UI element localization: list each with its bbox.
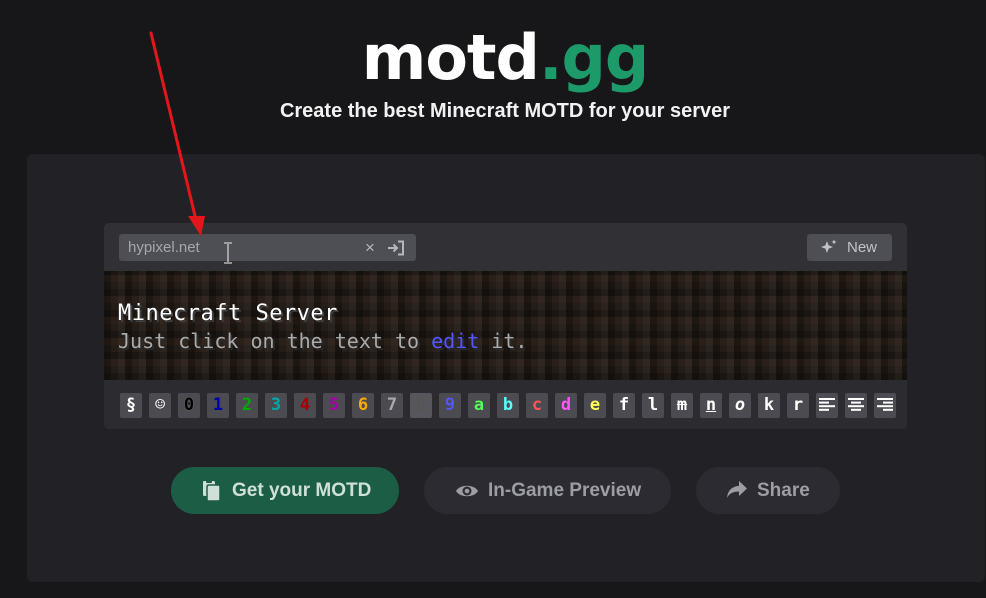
palette-key-color-2[interactable]: 2	[236, 393, 258, 418]
palette-key-emoji[interactable]: ☺	[149, 393, 171, 418]
palette-key-label: l	[647, 395, 659, 415]
palette-key-color-c[interactable]: c	[526, 393, 548, 418]
palette-key-color-7[interactable]: 7	[381, 393, 403, 418]
palette-key-color-9[interactable]: 9	[439, 393, 461, 418]
palette-key-label: 0	[183, 395, 195, 415]
palette-key-color-f[interactable]: f	[613, 393, 635, 418]
get-motd-button[interactable]: Get your MOTD	[171, 467, 399, 514]
ingame-preview-label: In-Game Preview	[488, 480, 642, 501]
palette-key-label: m	[676, 395, 688, 415]
share-label: Share	[757, 480, 810, 501]
palette-key-label: 3	[270, 395, 282, 415]
palette-key-label: f	[618, 395, 630, 415]
motd-line-2[interactable]: Just click on the text to edit it.	[118, 329, 527, 353]
share-icon	[727, 481, 747, 498]
format-palette: § ☺ 0 1 2 3 4 5 6 7 8 9 a b c d e f l m n o k r	[104, 380, 907, 429]
new-button[interactable]: New	[807, 234, 892, 261]
palette-key-label: 6	[357, 395, 369, 415]
logo-tld: .gg	[538, 21, 649, 94]
palette-key-label: e	[589, 395, 601, 415]
palette-key-color-4[interactable]: 4	[294, 393, 316, 418]
motd-editor: × New Minecraft Server Just click on the…	[104, 223, 907, 429]
motd-line-2-text-a: Just click on the text to	[118, 329, 432, 353]
text-cursor-icon	[224, 242, 232, 264]
palette-key-label: 8	[415, 395, 427, 415]
palette-key-label: b	[502, 395, 514, 415]
tagline: Create the best Minecraft MOTD for your …	[279, 100, 731, 122]
palette-key-color-b[interactable]: b	[497, 393, 519, 418]
palette-key-label: 9	[444, 395, 456, 415]
palette-key-label: 5	[328, 395, 340, 415]
sparkle-icon	[821, 239, 837, 253]
palette-key-color-d[interactable]: d	[555, 393, 577, 418]
palette-key-label: 4	[299, 395, 311, 415]
palette-key-label: ☺	[154, 395, 166, 415]
palette-key-format-bold[interactable]: l	[642, 393, 664, 418]
align-left-icon	[819, 398, 835, 411]
palette-key-color-5[interactable]: 5	[323, 393, 345, 418]
ingame-preview-button[interactable]: In-Game Preview	[424, 467, 671, 514]
palette-key-color-6[interactable]: 6	[352, 393, 374, 418]
palette-key-align-right[interactable]	[874, 393, 896, 418]
palette-key-label: c	[531, 395, 543, 415]
motd-preview[interactable]: Minecraft Server Just click on the text …	[104, 271, 907, 380]
get-motd-label: Get your MOTD	[232, 480, 372, 501]
palette-key-format-reset[interactable]: r	[787, 393, 809, 418]
align-center-icon	[848, 398, 864, 411]
palette-key-label: n	[705, 395, 717, 415]
server-address-field[interactable]: ×	[119, 234, 416, 264]
palette-key-label: 1	[212, 395, 224, 415]
palette-key-color-3[interactable]: 3	[265, 393, 287, 418]
palette-key-format-italic[interactable]: o	[729, 393, 751, 418]
server-address-input[interactable]	[119, 234, 359, 261]
palette-key-label: k	[763, 395, 775, 415]
palette-key-label: 2	[241, 395, 253, 415]
palette-key-format-strikethrough[interactable]: m	[671, 393, 693, 418]
palette-key-color-1[interactable]: 1	[207, 393, 229, 418]
palette-key-align-center[interactable]	[845, 393, 867, 418]
logo-main: motd	[361, 21, 540, 94]
motd-line-1[interactable]: Minecraft Server	[118, 301, 338, 326]
palette-key-label: a	[473, 395, 485, 415]
palette-key-format-obfuscated[interactable]: k	[758, 393, 780, 418]
palette-key-color-a[interactable]: a	[468, 393, 490, 418]
palette-key-label: d	[560, 395, 572, 415]
palette-key-color-e[interactable]: e	[584, 393, 606, 418]
motd-line-2-edit: edit	[431, 329, 480, 353]
palette-key-align-left[interactable]	[816, 393, 838, 418]
eye-icon	[456, 485, 478, 497]
palette-key-label: 7	[386, 395, 398, 415]
palette-key-color-0[interactable]: 0	[178, 393, 200, 418]
motd-line-2-text-b: it.	[479, 329, 528, 353]
palette-key-color-8[interactable]: 8	[410, 393, 432, 418]
editor-topbar: × New	[104, 223, 907, 271]
new-button-label: New	[847, 239, 878, 256]
palette-key-label: r	[792, 395, 804, 415]
align-right-icon	[877, 398, 893, 411]
clipboard-icon	[203, 480, 221, 502]
share-button[interactable]: Share	[696, 467, 840, 514]
sign-in-icon[interactable]	[387, 240, 405, 256]
palette-key-label: §	[125, 395, 137, 415]
palette-key-label: o	[734, 395, 746, 415]
palette-key-section-sign[interactable]: §	[120, 393, 142, 418]
palette-key-format-underline[interactable]: n	[700, 393, 722, 418]
logo: motd.gg	[0, 22, 986, 94]
clear-icon[interactable]: ×	[365, 238, 375, 257]
